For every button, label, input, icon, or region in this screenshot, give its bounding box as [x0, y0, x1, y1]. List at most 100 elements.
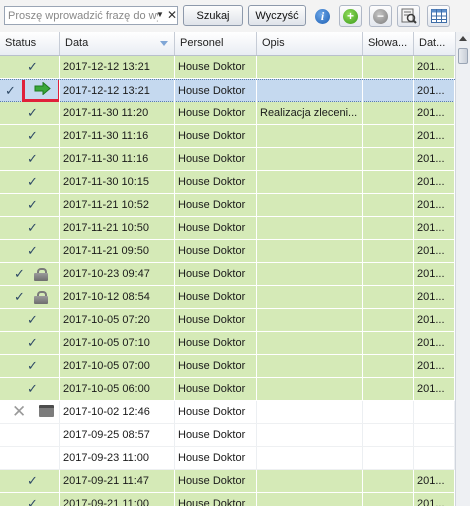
table-row[interactable]: ✓ 2017-11-30 11:16 House Doktor 201...: [0, 148, 455, 171]
cell-opis: [257, 309, 363, 331]
check-icon: ✓: [27, 496, 38, 506]
cell-slowa: [363, 447, 414, 469]
toolbar: ▼ ✕ Szukaj Wyczyść i + −: [0, 0, 470, 33]
info-button[interactable]: i: [311, 5, 334, 27]
table-row[interactable]: ✓ 2017-12-12 13:21 House Doktor 201...: [0, 79, 455, 102]
cell-data: 2017-10-23 09:47: [60, 263, 175, 285]
check-icon: ✓: [5, 83, 16, 98]
cancelled-icon: ✕: [12, 402, 27, 421]
table-row[interactable]: ✓ 2017-10-05 07:00 House Doktor 201...: [0, 355, 455, 378]
check-icon: ✓: [27, 312, 38, 327]
cell-data: 2017-10-05 07:00: [60, 355, 175, 377]
cell-data: 2017-10-05 07:20: [60, 309, 175, 331]
table-view-button[interactable]: [427, 5, 450, 27]
cell-status: ✕: [0, 401, 60, 423]
column-header-personel[interactable]: Personel: [175, 32, 257, 55]
records-table: Status Data Personel Opis Słowa... Dat..…: [0, 32, 455, 506]
lock-icon: [34, 291, 48, 304]
cell-dat: 201...: [414, 309, 455, 331]
table-row[interactable]: ✕ 2017-10-02 12:46 House Doktor: [0, 401, 455, 424]
cell-opis: [257, 332, 363, 354]
cell-status: ✓: [0, 56, 60, 78]
cell-opis: [257, 447, 363, 469]
column-header-status[interactable]: Status: [0, 32, 60, 55]
column-header-opis[interactable]: Opis: [257, 32, 363, 55]
search-dropdown-icon[interactable]: ▼: [156, 10, 164, 19]
cell-slowa: [363, 355, 414, 377]
table-row[interactable]: ✓ 2017-10-23 09:47 House Doktor 201...: [0, 263, 455, 286]
cell-personel: House Doktor: [175, 171, 257, 193]
cell-dat: 201...: [414, 56, 455, 78]
check-icon: ✓: [27, 243, 38, 258]
cell-status: ✓: [0, 102, 60, 124]
cell-opis: [257, 194, 363, 216]
cell-opis: [257, 56, 363, 78]
table-row[interactable]: ✓ 2017-09-21 11:47 House Doktor 201...: [0, 470, 455, 493]
remove-icon: −: [373, 8, 388, 24]
cell-dat: 201...: [414, 240, 455, 262]
scroll-up-arrow-icon[interactable]: [459, 36, 467, 41]
remove-button[interactable]: −: [369, 5, 392, 27]
cell-data: 2017-09-21 11:47: [60, 470, 175, 492]
cell-opis: [257, 401, 363, 423]
cell-slowa: [363, 286, 414, 308]
cell-dat: [414, 447, 455, 469]
check-icon: ✓: [14, 266, 25, 281]
cell-data: 2017-09-21 11:00: [60, 493, 175, 506]
cell-dat: [414, 401, 455, 423]
cell-data: 2017-12-12 13:21: [60, 56, 175, 78]
cell-dat: 201...: [414, 378, 455, 400]
cell-status: ✓: [0, 332, 60, 354]
table-row[interactable]: ✓ 2017-11-21 10:50 House Doktor 201...: [0, 217, 455, 240]
cell-data: 2017-09-25 08:57: [60, 424, 175, 446]
cell-opis: [257, 424, 363, 446]
table-row[interactable]: ✓ 2017-10-05 07:10 House Doktor 201...: [0, 332, 455, 355]
search-button[interactable]: Szukaj: [183, 5, 243, 26]
cell-data: 2017-11-21 10:50: [60, 217, 175, 239]
table-row[interactable]: ✓ 2017-11-21 09:50 House Doktor 201...: [0, 240, 455, 263]
vertical-scrollbar[interactable]: [455, 32, 470, 506]
cell-dat: 201...: [414, 80, 455, 102]
cell-personel: House Doktor: [175, 240, 257, 262]
table-row[interactable]: ✓ 2017-12-12 13:21 House Doktor 201...: [0, 56, 455, 79]
clear-button[interactable]: Wyczyść: [248, 5, 306, 26]
add-button[interactable]: +: [339, 5, 362, 27]
cell-personel: House Doktor: [175, 332, 257, 354]
table-row[interactable]: 2017-09-23 11:00 House Doktor: [0, 447, 455, 470]
table-row[interactable]: ✓ 2017-10-05 06:00 House Doktor 201...: [0, 378, 455, 401]
cell-slowa: [363, 493, 414, 506]
filter-settings-button[interactable]: [397, 5, 420, 27]
table-row[interactable]: ✓ 2017-10-12 08:54 House Doktor 201...: [0, 286, 455, 309]
column-header-data-label: Data: [65, 37, 89, 49]
table-row[interactable]: ✓ 2017-11-30 11:20 House Doktor Realizacja …: [0, 102, 455, 125]
table-row[interactable]: ✓ 2017-10-05 07:20 House Doktor 201...: [0, 309, 455, 332]
table-row[interactable]: ✓ 2017-11-21 10:52 House Doktor 201...: [0, 194, 455, 217]
table-row[interactable]: ✓ 2017-11-30 11:16 House Doktor 201...: [0, 125, 455, 148]
check-icon: ✓: [27, 358, 38, 373]
cell-slowa: [363, 378, 414, 400]
search-box[interactable]: ▼ ✕: [4, 6, 178, 25]
scrollbar-thumb[interactable]: [458, 48, 468, 64]
cell-data: 2017-11-30 11:16: [60, 148, 175, 170]
search-clear-icon[interactable]: ✕: [167, 8, 177, 22]
column-header-dat[interactable]: Dat...: [414, 32, 455, 55]
cell-opis: [257, 171, 363, 193]
search-input[interactable]: [5, 7, 158, 24]
add-icon: +: [343, 8, 358, 24]
cell-status: ✓: [0, 240, 60, 262]
check-icon: ✓: [27, 220, 38, 235]
check-icon: ✓: [27, 381, 38, 396]
column-header-data[interactable]: Data: [60, 32, 175, 55]
table-row[interactable]: ✓ 2017-11-30 10:15 House Doktor 201...: [0, 171, 455, 194]
cell-dat: 201...: [414, 148, 455, 170]
column-header-slowa[interactable]: Słowa...: [363, 32, 414, 55]
cell-data: 2017-10-05 07:10: [60, 332, 175, 354]
cell-status: ✓: [0, 171, 60, 193]
table-row[interactable]: ✓ 2017-09-21 11:00 House Doktor 201...: [0, 493, 455, 506]
table-row[interactable]: 2017-09-25 08:57 House Doktor: [0, 424, 455, 447]
cell-dat: [414, 424, 455, 446]
cell-slowa: [363, 240, 414, 262]
cell-slowa: [363, 102, 414, 124]
cell-status: ✓: [0, 263, 60, 285]
cell-data: 2017-09-23 11:00: [60, 447, 175, 469]
